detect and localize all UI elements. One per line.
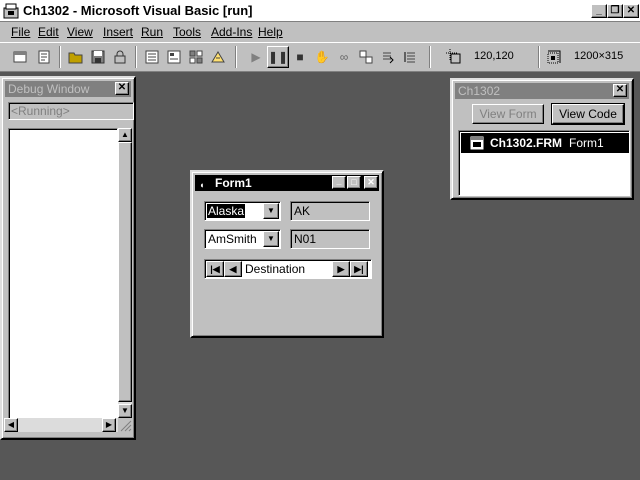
menu-bar: File Edit View Insert Run Tools Add-Ins … [0,22,640,42]
tree-item-form[interactable]: Ch1302.FRM Form1 [461,133,629,153]
dropdown-arrow-icon[interactable]: ▼ [263,203,279,219]
scroll-down-icon[interactable]: ▼ [118,404,132,418]
project-tree[interactable]: Ch1302.FRM Form1 [458,130,630,196]
project-window-title: Ch1302 [458,84,501,98]
state-code-field: AK [290,201,370,221]
step-over-icon[interactable] [399,46,421,68]
size-value: 1200×315 [574,50,624,62]
toolbar-separator [59,46,61,68]
menu-add-ins[interactable]: Add-Ins [211,25,252,39]
form-file-icon [470,136,484,150]
close-button[interactable]: ✕ [623,4,639,18]
menu-file[interactable]: File [11,25,30,39]
save-project-icon[interactable] [87,46,109,68]
break-icon[interactable]: ❚❚ [267,46,289,68]
name-combo[interactable]: AmSmith ▼ [204,229,281,249]
add-module-icon[interactable] [33,46,55,68]
vertical-scrollbar[interactable]: ▲ ▼ [118,128,132,418]
position-readout: 120,120 [440,46,536,68]
horizontal-scrollbar[interactable]: ◀ ▶ [4,418,118,432]
position-value: 120,120 [474,50,514,62]
move-last-icon[interactable]: ▶| [350,261,368,277]
form-icon[interactable]: ◖ [199,177,204,193]
tree-item-filename: Ch1302.FRM [490,136,563,150]
project-window-title-bar[interactable]: Ch1302 ✕ [455,83,629,99]
view-form-button[interactable]: View Form [472,104,544,124]
start-icon[interactable]: ▶ [245,46,267,68]
size-icon [547,50,561,64]
menu-insert[interactable]: Insert [103,25,133,39]
step-into-icon[interactable] [377,46,399,68]
state-combo[interactable]: Alaska ▼ [204,201,281,221]
app-title: Ch1302 - Microsoft Visual Basic [run] [23,3,253,18]
id-field: N01 [290,229,370,249]
properties-icon[interactable] [163,46,185,68]
data-control-caption: Destination [245,262,306,276]
menu-tools[interactable]: Tools [173,25,201,39]
debug-window-title: Debug Window [8,82,90,96]
restore-button[interactable]: ❐ [607,4,623,18]
menu-edit[interactable]: Edit [38,25,59,39]
tree-item-formname: Form1 [569,136,604,150]
view-code-button[interactable]: View Code [551,103,625,125]
size-readout: 1200×315 [540,46,640,68]
end-icon[interactable]: ■ [289,46,311,68]
visual-basic-app-icon[interactable] [3,3,19,19]
minimize-button[interactable]: _ [591,4,607,18]
position-icon [446,49,461,64]
toolbar-separator [235,46,237,68]
data-control[interactable]: |◀ ◀ Destination ▶ ▶| [204,259,372,279]
calls-icon[interactable] [355,46,377,68]
menu-editor-icon[interactable] [141,46,163,68]
debug-window-title-bar[interactable]: Debug Window ✕ [5,81,131,97]
toolbar-separator [135,46,137,68]
desktop-area: Debug Window ✕ <Running> ▲ ▼ ◀ ▶ ◖ Form1… [0,72,640,480]
add-form-icon[interactable] [9,46,31,68]
debug-window[interactable]: Debug Window ✕ <Running> ▲ ▼ ◀ ▶ [0,76,136,440]
name-combo-value: AmSmith [208,232,257,246]
toolbar: ▶ ❚❚ ■ ✋ ∞ 120,120 1200×315 [0,42,640,72]
form1-maximize-button[interactable]: □ [347,176,361,189]
project-window-icon[interactable] [207,46,229,68]
scroll-right-icon[interactable]: ▶ [102,418,116,432]
toolbar-separator [429,46,431,68]
menu-help[interactable]: Help [258,25,283,39]
form1-title: Form1 [215,176,252,190]
move-previous-icon[interactable]: ◀ [224,261,242,277]
form1-window[interactable]: ◖ Form1 _ □ ✕ Alaska ▼ AK AmSmith ▼ N01 … [190,170,384,338]
toggle-breakpoint-icon[interactable]: ✋ [311,46,333,68]
state-combo-value: Alaska [207,204,246,218]
scroll-thumb[interactable] [118,142,132,402]
debug-close-button[interactable]: ✕ [115,82,129,95]
object-browser-icon[interactable] [185,46,207,68]
size-grip-icon[interactable] [118,418,132,432]
menu-run[interactable]: Run [141,25,163,39]
lock-controls-icon[interactable] [109,46,131,68]
form1-close-button[interactable]: ✕ [364,176,378,189]
form1-minimize-button[interactable]: _ [332,176,346,189]
menu-view[interactable]: View [67,25,93,39]
open-project-icon[interactable] [65,46,87,68]
instant-watch-icon[interactable]: ∞ [333,46,355,68]
scroll-left-icon[interactable]: ◀ [4,418,18,432]
dropdown-arrow-icon[interactable]: ▼ [263,231,279,247]
immediate-pane[interactable] [8,128,118,432]
debug-status: <Running> [8,102,134,120]
project-window[interactable]: Ch1302 ✕ View Form View Code Ch1302.FRM … [450,78,634,200]
scroll-up-icon[interactable]: ▲ [118,128,132,142]
app-title-bar: Ch1302 - Microsoft Visual Basic [run] _ … [0,0,640,22]
move-first-icon[interactable]: |◀ [206,261,224,277]
move-next-icon[interactable]: ▶ [332,261,350,277]
project-close-button[interactable]: ✕ [613,84,627,97]
form1-title-bar[interactable]: ◖ Form1 _ □ ✕ [195,175,379,191]
